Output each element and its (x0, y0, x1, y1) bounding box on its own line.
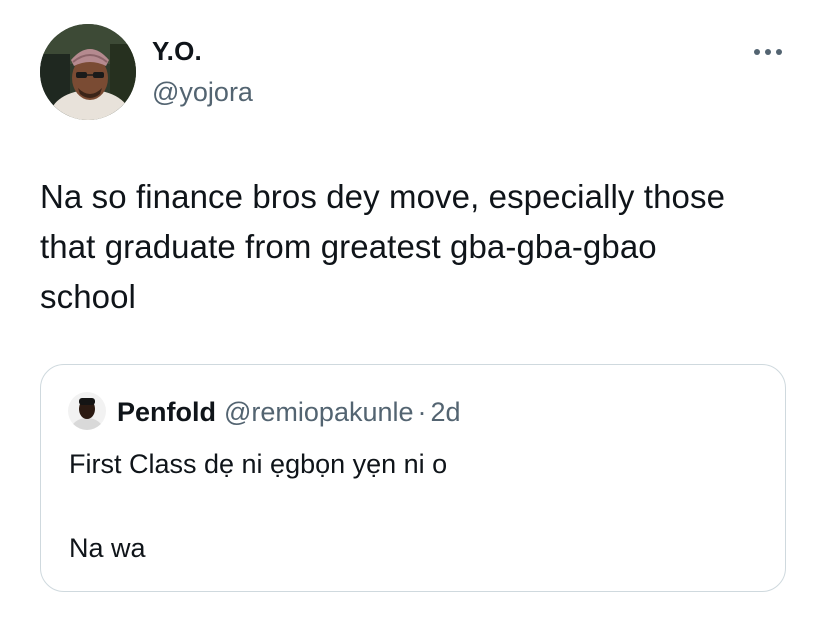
separator-dot: · (417, 397, 427, 427)
quoted-tweet-card[interactable]: Penfold @remiopakunle · 2d First Class dẹ n… (40, 364, 786, 592)
tweet-text-line: school (40, 278, 136, 315)
quoted-tweet-time[interactable]: 2d (431, 397, 461, 427)
tweet: Y.O. @yojora Na so finance bros dey move… (0, 0, 828, 625)
tweet-text: Na so finance bros dey move, especially … (40, 172, 800, 322)
more-options-button[interactable] (750, 40, 786, 64)
quoted-author-handle[interactable]: @remiopakunle (224, 397, 414, 427)
author-display-name[interactable]: Y.O. (152, 36, 202, 66)
tweet-text-line: that graduate from greatest gba-gba-gbao (40, 228, 657, 265)
author-handle[interactable]: @yojora (152, 77, 253, 107)
tweet-text-line: Na so finance bros dey move, especially … (40, 178, 726, 215)
quoted-author-name[interactable]: Penfold (117, 397, 216, 427)
more-horizontal-icon (754, 49, 782, 55)
quoted-author-avatar[interactable] (68, 392, 106, 430)
author-avatar[interactable] (40, 24, 136, 120)
quoted-tweet-header: Penfold @remiopakunle · 2d (117, 396, 461, 428)
quoted-tweet-text-line: First Class dẹ ni ẹgbọn yẹn ni o (69, 449, 448, 479)
quoted-tweet-text-line: Na wa (69, 533, 146, 563)
